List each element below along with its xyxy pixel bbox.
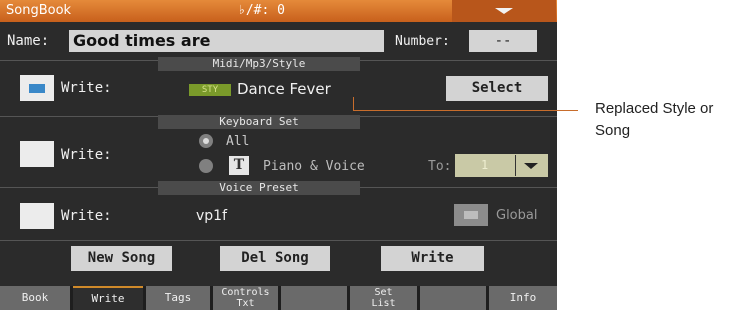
tab-tags[interactable]: Tags	[146, 286, 210, 310]
keyboard-write-checkbox[interactable]	[20, 141, 54, 167]
keyboard-section-title: Keyboard Set	[158, 115, 360, 129]
transpose-readout: ♭/#: 0	[238, 3, 285, 18]
tab-empty-1[interactable]	[281, 286, 347, 310]
callout-text-line2: Song	[595, 122, 631, 139]
delete-song-button[interactable]: Del Song	[220, 246, 330, 271]
tab-controls-txt[interactable]: Controls Txt	[213, 286, 278, 310]
keyboard-write-label: Write:	[61, 147, 112, 163]
voice-write-label: Write:	[61, 208, 112, 224]
voice-write-checkbox[interactable]	[20, 203, 54, 229]
tab-set-line1: Set	[374, 287, 393, 298]
title-bar: SongBook ♭/#: 0	[0, 0, 557, 22]
divider	[0, 240, 557, 241]
name-field[interactable]: Good times are	[69, 30, 384, 52]
selected-style-name: Dance Fever	[237, 80, 331, 98]
tab-book[interactable]: Book	[0, 286, 70, 310]
tab-set-list[interactable]: Set List	[350, 286, 417, 310]
callout-line-horizontal	[353, 110, 578, 111]
callout-line-vertical	[353, 97, 354, 110]
songbook-screen: SongBook ♭/#: 0 Name: Good times are Num…	[0, 0, 557, 310]
radio-piano-voice-label: Piano & Voice	[263, 159, 365, 174]
write-button[interactable]: Write	[381, 246, 484, 271]
voice-preset-name: vp1f	[196, 208, 228, 224]
radio-piano-voice[interactable]	[199, 159, 213, 173]
tab-set-line2: List	[371, 298, 396, 309]
tab-controls-line2: Txt	[236, 298, 255, 309]
midi-section-title: Midi/Mp3/Style	[158, 57, 360, 71]
voice-section-title: Voice Preset	[158, 181, 360, 195]
tab-bar: Book Write Tags Controls Txt Set List In…	[0, 286, 557, 310]
callout-text-line1: Replaced Style or	[595, 100, 714, 117]
number-field[interactable]: --	[469, 30, 537, 52]
name-value: Good times are	[73, 31, 211, 50]
radio-all-label: All	[226, 134, 250, 149]
name-label: Name:	[7, 33, 50, 49]
tab-controls-line1: Controls	[221, 287, 270, 298]
number-label: Number:	[395, 34, 450, 49]
page-menu-button[interactable]	[452, 0, 556, 22]
callout-annotation: Replaced Style or Song	[595, 98, 753, 142]
tab-write[interactable]: Write	[73, 286, 143, 310]
tab-empty-2[interactable]	[420, 286, 486, 310]
radio-all[interactable]	[199, 134, 213, 148]
new-song-button[interactable]: New Song	[71, 246, 172, 271]
tab-info[interactable]: Info	[489, 286, 557, 310]
to-label: To:	[428, 159, 452, 174]
to-dropdown[interactable]: 1	[455, 154, 548, 177]
select-button[interactable]: Select	[446, 76, 548, 101]
check-mark	[464, 211, 478, 219]
style-badge: STY	[189, 84, 231, 96]
app-title: SongBook	[6, 3, 72, 18]
to-dropdown-value: 1	[481, 158, 489, 172]
global-label: Global	[496, 208, 538, 223]
chevron-down-icon	[524, 163, 538, 169]
dropdown-divider	[515, 155, 516, 176]
check-mark	[29, 84, 45, 93]
text-t-icon: T	[229, 156, 249, 175]
chevron-down-icon	[495, 8, 513, 14]
midi-write-checkbox[interactable]	[20, 75, 54, 101]
global-checkbox[interactable]	[454, 204, 488, 226]
midi-write-label: Write:	[61, 80, 112, 96]
